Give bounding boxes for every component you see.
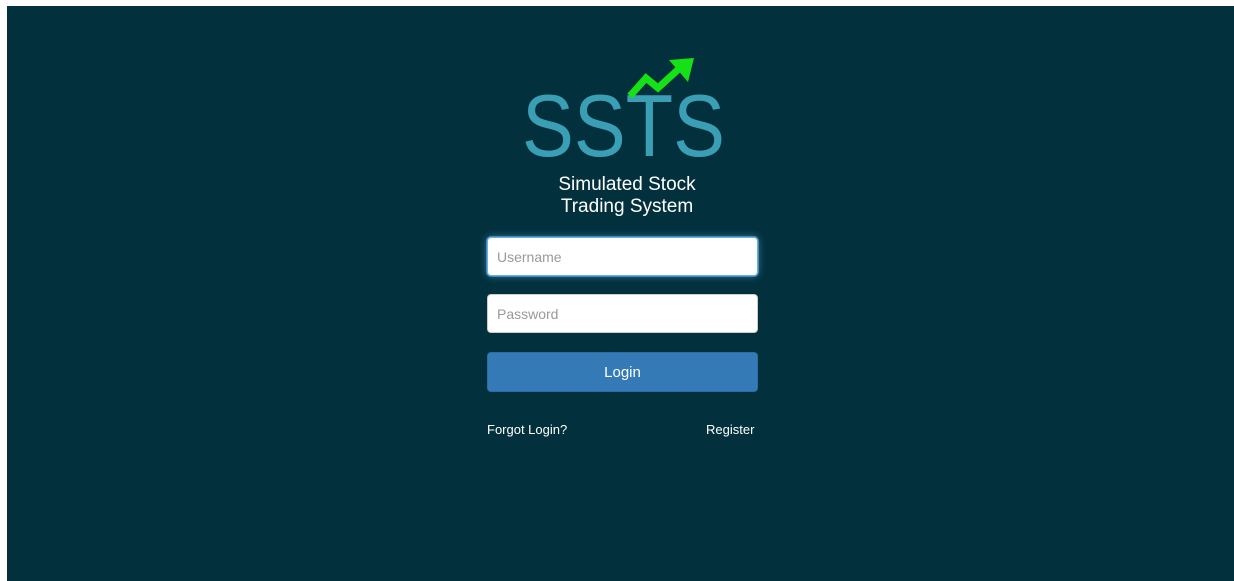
- password-input[interactable]: [487, 294, 758, 333]
- username-input[interactable]: [487, 237, 758, 276]
- login-button[interactable]: Login: [487, 352, 758, 392]
- login-page: SSTS Simulated Stock Trading System Logi…: [7, 6, 1234, 581]
- forgot-login-link[interactable]: Forgot Login?: [487, 422, 567, 437]
- app-subtitle: Simulated Stock Trading System: [487, 174, 767, 218]
- ssts-logo: SSTS: [522, 58, 727, 163]
- subtitle-line-2: Trading System: [560, 196, 694, 217]
- subtitle-line-1: Simulated Stock: [558, 174, 696, 195]
- logo-letters: SSTS: [522, 76, 725, 163]
- register-link[interactable]: Register: [706, 422, 754, 437]
